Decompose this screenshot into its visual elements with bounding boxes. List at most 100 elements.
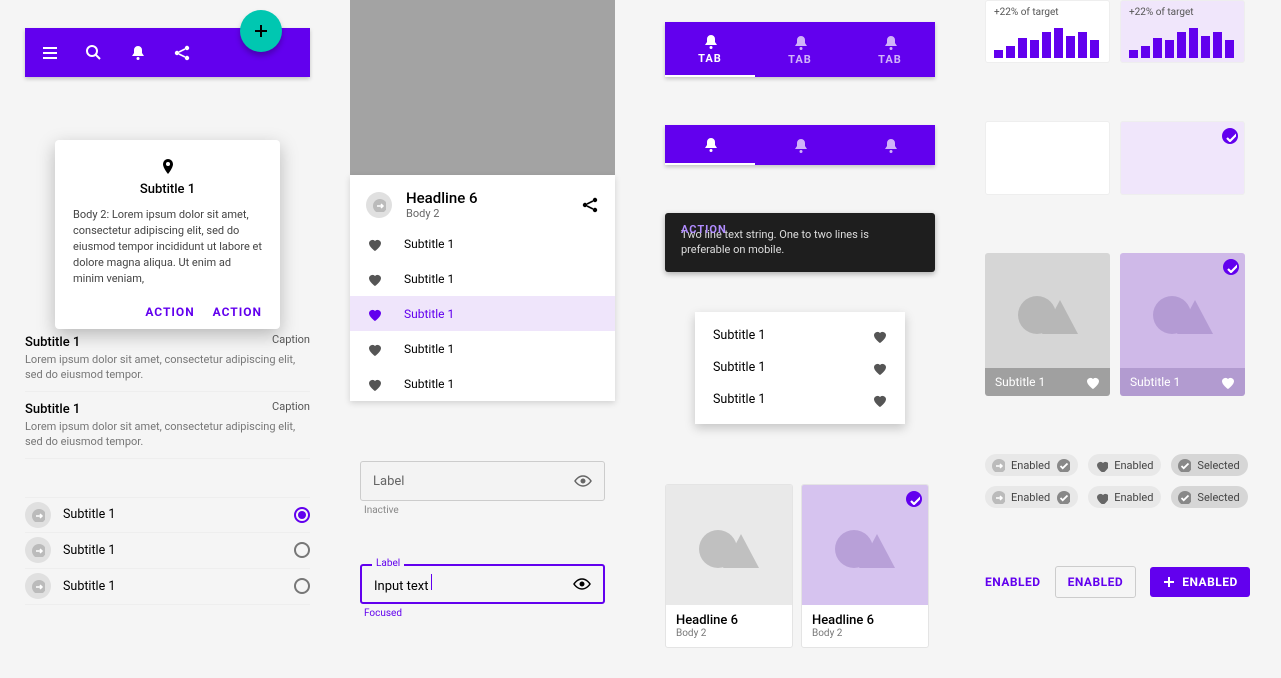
card-body: Body 2: [676, 628, 782, 639]
text-button[interactable]: ENABLED: [985, 575, 1041, 589]
image-tile-selected[interactable]: Subtitle 1: [1120, 253, 1245, 396]
chip[interactable]: Enabled: [985, 454, 1078, 476]
media-card[interactable]: Headline 6Body 2: [665, 484, 793, 648]
radio-row[interactable]: Subtitle 1: [25, 533, 310, 569]
stat-label: +22% of target: [1129, 7, 1236, 18]
chip-selected[interactable]: Selected: [1171, 454, 1247, 476]
list-caption: Caption: [272, 400, 310, 413]
heart-icon: [366, 236, 382, 252]
list-label: Subtitle 1: [404, 377, 454, 391]
tab[interactable]: [845, 125, 935, 165]
media-card-selected[interactable]: Headline 6Body 2: [801, 484, 929, 648]
menu-item[interactable]: Subtitle 1: [695, 352, 905, 384]
chip[interactable]: Enabled: [1088, 454, 1161, 476]
list-body: Lorem ipsum dolor sit amet, consectetur …: [25, 352, 310, 383]
list-item[interactable]: Subtitle 1: [350, 331, 615, 366]
radio-label: Subtitle 1: [63, 543, 294, 558]
chip[interactable]: Enabled: [1088, 486, 1161, 508]
panel-headline: Headline 6: [406, 189, 478, 207]
chip-selected[interactable]: Selected: [1171, 486, 1247, 508]
tab[interactable]: [755, 125, 845, 165]
avatar-icon: [25, 502, 51, 528]
tab-bar: TAB TAB TAB: [665, 22, 935, 77]
list-body: Lorem ipsum dolor sit amet, consectetur …: [25, 419, 310, 450]
snackbar-action[interactable]: ACTION: [681, 223, 727, 236]
chip-label: Selected: [1197, 459, 1239, 472]
card-action-1[interactable]: ACTION: [145, 305, 194, 319]
check-icon: [1223, 259, 1239, 275]
chip[interactable]: Enabled: [985, 486, 1078, 508]
card-body: Body 2: [812, 628, 918, 639]
fab-add[interactable]: [240, 10, 282, 52]
radio-button[interactable]: [294, 578, 310, 594]
tf-helper: Inactive: [364, 505, 605, 516]
tab[interactable]: [665, 125, 755, 165]
bell-icon[interactable]: [129, 44, 147, 62]
text-list-item: Subtitle 1 Caption Lorem ipsum dolor sit…: [25, 392, 310, 459]
avatar-icon: [25, 573, 51, 599]
card-action-2[interactable]: ACTION: [213, 305, 262, 319]
menu-label: Subtitle 1: [713, 392, 765, 407]
chip-label: Enabled: [1011, 491, 1050, 504]
close-icon[interactable]: [1056, 490, 1070, 504]
heart-icon: [1094, 458, 1108, 472]
menu: Subtitle 1 Subtitle 1 Subtitle 1: [695, 312, 905, 424]
chip-label: Enabled: [1114, 459, 1153, 472]
tab[interactable]: TAB: [665, 22, 755, 77]
radio-row[interactable]: Subtitle 1: [25, 497, 310, 533]
list-item[interactable]: Subtitle 1: [350, 366, 615, 401]
stat-label: +22% of target: [994, 7, 1101, 18]
close-icon[interactable]: [1056, 458, 1070, 472]
text-field-filled[interactable]: Label Inactive: [360, 461, 605, 516]
list-label: Subtitle 1: [404, 237, 454, 251]
share-icon[interactable]: [581, 196, 599, 214]
radio-row[interactable]: Subtitle 1: [25, 569, 310, 605]
image-tile[interactable]: Subtitle 1: [985, 253, 1110, 396]
tile-label: Subtitle 1: [1130, 375, 1180, 389]
location-icon: [73, 158, 262, 176]
heart-icon[interactable]: [1219, 374, 1235, 390]
radio-button[interactable]: [294, 542, 310, 558]
menu-item[interactable]: Subtitle 1: [695, 320, 905, 352]
search-icon[interactable]: [85, 44, 103, 62]
chip-label: Selected: [1197, 491, 1239, 504]
stat-card-selected[interactable]: +22% of target: [1120, 0, 1245, 63]
text-field-outlined[interactable]: Label Input text Focused: [360, 564, 605, 619]
heart-icon: [366, 306, 382, 322]
card-body: Body 2: Lorem ipsum dolor sit amet, cons…: [73, 207, 262, 287]
list-item[interactable]: Subtitle 1: [350, 226, 615, 261]
tab[interactable]: TAB: [845, 22, 935, 77]
snackbar: ACTION Two line text string. One to two …: [665, 213, 935, 272]
tab-label: TAB: [698, 52, 722, 65]
heart-icon: [871, 360, 887, 376]
list-item[interactable]: Subtitle 1: [350, 261, 615, 296]
list-item-selected[interactable]: Subtitle 1: [350, 296, 615, 331]
menu-label: Subtitle 1: [713, 360, 765, 375]
tab[interactable]: TAB: [755, 22, 845, 77]
eye-icon[interactable]: [573, 575, 591, 593]
panel-body: Body 2: [406, 207, 478, 220]
radio-button[interactable]: [294, 507, 310, 523]
eye-icon[interactable]: [574, 472, 592, 490]
heart-icon[interactable]: [1084, 374, 1100, 390]
tf-label: Label: [372, 558, 404, 569]
share-icon[interactable]: [173, 44, 191, 62]
tf-helper: Focused: [364, 608, 605, 619]
contained-button[interactable]: ENABLED: [1150, 567, 1250, 597]
tf-label: Label: [373, 474, 404, 489]
list-label: Subtitle 1: [404, 342, 454, 356]
blank-card-selected[interactable]: [1120, 121, 1245, 195]
stat-card[interactable]: +22% of target: [985, 0, 1110, 63]
tab-bar-icons: [665, 125, 935, 165]
tab-label: TAB: [878, 53, 902, 66]
tab-label: TAB: [788, 53, 812, 66]
heart-icon: [366, 341, 382, 357]
blank-card[interactable]: [985, 121, 1110, 195]
tf-value: Input text: [374, 579, 429, 594]
tile-label: Subtitle 1: [995, 375, 1045, 389]
menu-item[interactable]: Subtitle 1: [695, 384, 905, 416]
list-title: Subtitle 1: [25, 402, 310, 417]
outlined-button[interactable]: ENABLED: [1055, 566, 1137, 598]
image-placeholder: [350, 0, 615, 175]
menu-icon[interactable]: [41, 44, 59, 62]
